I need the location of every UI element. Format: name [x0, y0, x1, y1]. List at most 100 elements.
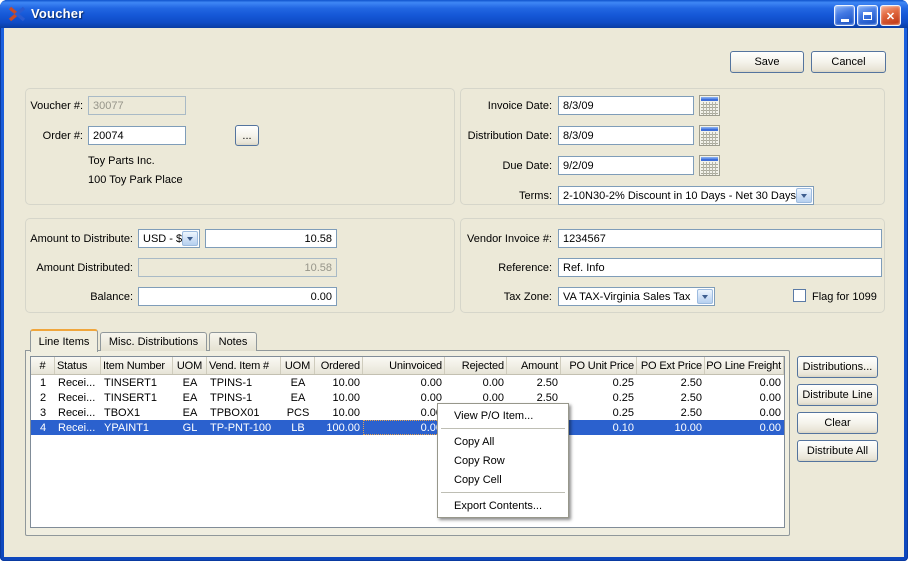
table-cell[interactable]: 4 [31, 420, 55, 435]
table-cell[interactable]: EA [281, 390, 315, 405]
table-cell[interactable]: Recei... [55, 405, 101, 420]
order-number-field[interactable]: 20074 [88, 126, 186, 145]
table-row[interactable]: 2Recei...TINSERT1EATPINS-1EA10.000.000.0… [31, 390, 784, 405]
cancel-button[interactable]: Cancel [811, 51, 886, 73]
table-cell[interactable]: TINSERT1 [101, 375, 173, 390]
invoice-date-field[interactable]: 8/3/09 [558, 96, 694, 115]
table-cell[interactable]: EA [173, 405, 207, 420]
tab-misc-distributions[interactable]: Misc. Distributions [100, 332, 207, 351]
menu-item-view-p-o-item[interactable]: View P/O Item... [438, 406, 568, 425]
table-cell[interactable]: 0.00 [363, 405, 445, 420]
table-cell[interactable]: 0.00 [705, 420, 784, 435]
table-cell[interactable]: TPINS-1 [207, 390, 281, 405]
column-header-po-line-freight[interactable]: PO Line Freight [705, 357, 784, 374]
flag-1099-checkbox[interactable] [793, 289, 806, 302]
table-cell[interactable]: 10.00 [315, 375, 363, 390]
table-cell[interactable]: 2 [31, 390, 55, 405]
table-cell[interactable]: 0.00 [705, 375, 784, 390]
table-cell[interactable]: 2.50 [637, 405, 705, 420]
table-cell[interactable]: TPINS-1 [207, 375, 281, 390]
table-cell[interactable]: EA [173, 390, 207, 405]
table-cell[interactable]: Recei... [55, 420, 101, 435]
menu-item-copy-row[interactable]: Copy Row [438, 451, 568, 470]
table-row[interactable]: 4Recei...YPAINT1GLTP-PNT-100LB100.000.00… [31, 420, 784, 435]
save-button[interactable]: Save [730, 51, 804, 73]
due-date-field[interactable]: 9/2/09 [558, 156, 694, 175]
table-cell[interactable]: 2.50 [637, 390, 705, 405]
table-cell[interactable]: 0.00 [363, 390, 445, 405]
table-cell[interactable]: 10.00 [637, 420, 705, 435]
table-cell[interactable]: PCS [281, 405, 315, 420]
table-cell[interactable]: TPBOX01 [207, 405, 281, 420]
menu-item-export-contents[interactable]: Export Contents... [438, 496, 568, 515]
table-cell[interactable]: Recei... [55, 375, 101, 390]
table-cell[interactable]: TINSERT1 [101, 390, 173, 405]
terms-select[interactable]: 2-10N30-2% Discount in 10 Days - Net 30 … [558, 186, 814, 205]
column-header-po-unit-price[interactable]: PO Unit Price [561, 357, 637, 374]
table-cell[interactable]: 0.10 [561, 420, 637, 435]
close-button[interactable] [880, 5, 901, 26]
distribution-date-calendar-button[interactable] [699, 125, 720, 146]
table-cell[interactable]: TP-PNT-100 [207, 420, 281, 435]
column-header-uom[interactable]: UOM [173, 357, 207, 374]
column-header-status[interactable]: Status [55, 357, 101, 374]
column-header-rejected[interactable]: Rejected [445, 357, 507, 374]
tab-line-items[interactable]: Line Items [30, 329, 98, 352]
table-cell[interactable]: 0.00 [705, 390, 784, 405]
table-cell[interactable]: 1 [31, 375, 55, 390]
menu-item-copy-all[interactable]: Copy All [438, 432, 568, 451]
due-date-calendar-button[interactable] [699, 155, 720, 176]
table-cell[interactable]: 2.50 [637, 375, 705, 390]
column-header-item-number[interactable]: Item Number [101, 357, 173, 374]
column-header-item[interactable]: # [31, 357, 55, 374]
table-cell[interactable]: 0.00 [705, 405, 784, 420]
distribution-date-field[interactable]: 8/3/09 [558, 126, 694, 145]
table-cell[interactable]: 10.00 [315, 390, 363, 405]
table-row[interactable]: 3Recei...TBOX1EATPBOX01PCS10.000.000.252… [31, 405, 784, 420]
invoice-date-calendar-button[interactable] [699, 95, 720, 116]
minimize-button[interactable] [834, 5, 855, 26]
order-browse-button[interactable]: ... [235, 125, 259, 146]
vendor-invoice-field[interactable]: 1234567 [558, 229, 882, 248]
table-cell[interactable]: 10.00 [315, 405, 363, 420]
table-cell[interactable]: YPAINT1 [101, 420, 173, 435]
table-cell[interactable]: EA [281, 375, 315, 390]
tax-zone-select[interactable]: VA TAX-Virginia Sales Tax [558, 287, 715, 306]
table-cell[interactable]: 0.25 [561, 405, 637, 420]
column-header-vend-item[interactable]: Vend. Item # [207, 357, 281, 374]
table-cell[interactable]: GL [173, 420, 207, 435]
menu-item-copy-cell[interactable]: Copy Cell [438, 470, 568, 489]
table-cell[interactable]: TBOX1 [101, 405, 173, 420]
chevron-down-icon[interactable] [697, 289, 713, 304]
amount-to-distribute-field[interactable]: 10.58 [205, 229, 337, 248]
column-header-po-ext-price[interactable]: PO Ext Price [637, 357, 705, 374]
distribute-all-button[interactable]: Distribute All [797, 440, 878, 462]
clear-button[interactable]: Clear [797, 412, 878, 434]
table-cell[interactable]: Recei... [55, 390, 101, 405]
chevron-down-icon[interactable] [796, 188, 812, 203]
table-cell[interactable]: 3 [31, 405, 55, 420]
chevron-down-icon[interactable] [182, 231, 198, 246]
table-cell[interactable]: 0.00 [363, 420, 445, 435]
voucher-number-field[interactable]: 30077 [88, 96, 186, 115]
table-row[interactable]: 1Recei...TINSERT1EATPINS-1EA10.000.000.0… [31, 375, 784, 390]
tab-notes[interactable]: Notes [209, 332, 257, 351]
minimize-icon [841, 19, 849, 22]
table-cell[interactable]: LB [281, 420, 315, 435]
table-cell[interactable]: 0.00 [445, 375, 507, 390]
column-header-amount[interactable]: Amount [507, 357, 561, 374]
reference-field[interactable]: Ref. Info [558, 258, 882, 277]
table-cell[interactable]: 0.25 [561, 375, 637, 390]
column-header-uom[interactable]: UOM [281, 357, 315, 374]
table-cell[interactable]: 0.25 [561, 390, 637, 405]
column-header-ordered[interactable]: Ordered [315, 357, 363, 374]
table-cell[interactable]: EA [173, 375, 207, 390]
currency-select[interactable]: USD - $ [138, 229, 200, 248]
table-cell[interactable]: 2.50 [507, 375, 561, 390]
distributions-button[interactable]: Distributions... [797, 356, 878, 378]
table-cell[interactable]: 0.00 [363, 375, 445, 390]
column-header-uninvoiced[interactable]: Uninvoiced [363, 357, 445, 374]
maximize-button[interactable] [857, 5, 878, 26]
distribute-line-button[interactable]: Distribute Line [797, 384, 878, 406]
table-cell[interactable]: 100.00 [315, 420, 363, 435]
